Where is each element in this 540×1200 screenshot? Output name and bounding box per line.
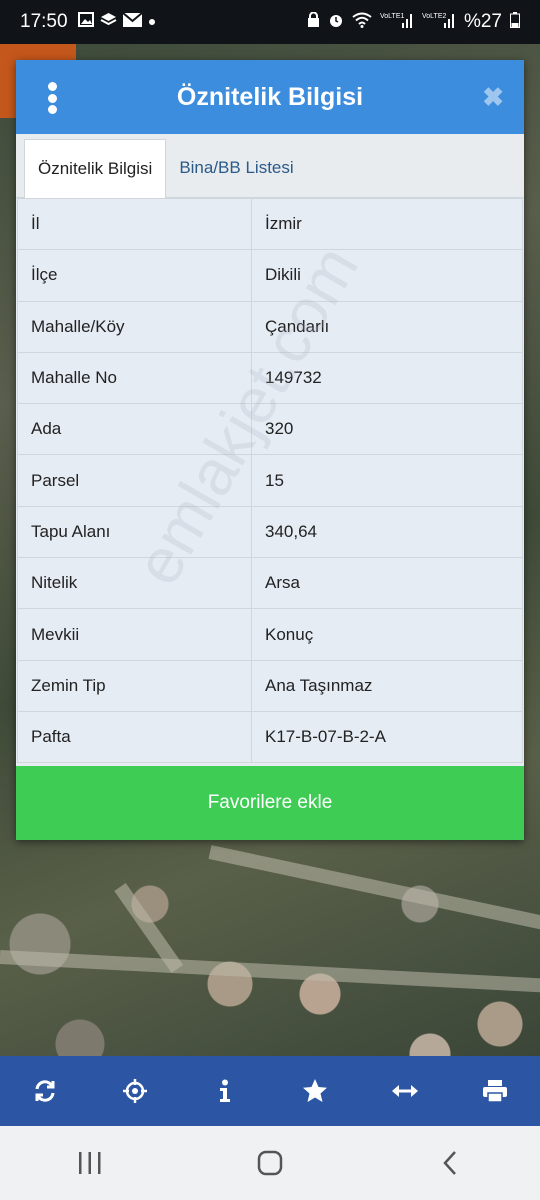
alarm-icon <box>328 12 344 32</box>
attribute-row: Pafta K17-B-07-B-2-A <box>17 710 523 764</box>
attribute-value: 149732 <box>251 351 523 405</box>
attribute-key: Tapu Alanı <box>17 505 252 559</box>
attribute-key: Nitelik <box>17 557 252 610</box>
attribute-key: Ada <box>17 403 252 456</box>
battery-percent: %27 <box>463 11 502 32</box>
back-icon[interactable] <box>425 1143 475 1183</box>
attribute-value: İzmir <box>251 197 523 251</box>
attribute-key: Mahalle No <box>17 351 252 405</box>
svg-text:VoLTE1: VoLTE1 <box>380 13 404 20</box>
attribute-row: Mahalle No 149732 <box>17 351 523 405</box>
tab-building-list[interactable]: Bina/BB Listesi <box>166 139 306 197</box>
attribute-value: K17-B-07-B-2-A <box>251 710 523 764</box>
battery-icon <box>510 12 520 32</box>
print-icon[interactable] <box>475 1071 515 1111</box>
map-toolbar <box>0 1056 540 1126</box>
attribute-key: İl <box>17 197 252 251</box>
attribute-value: Arsa <box>251 557 523 610</box>
attribute-value: Dikili <box>251 249 523 302</box>
close-icon[interactable]: ✖ <box>482 82 504 113</box>
attribute-row: Zemin Tip Ana Taşınmaz <box>17 659 523 712</box>
dialog-title: Öznitelik Bilgisi <box>176 82 364 111</box>
attribute-row: Nitelik Arsa <box>17 557 523 610</box>
attribute-key: Mevkii <box>17 608 252 661</box>
attribute-key: Zemin Tip <box>17 659 252 712</box>
layers-icon <box>100 12 117 33</box>
attribute-row: Mahalle/Köy Çandarlı <box>17 300 523 353</box>
attribute-value: 15 <box>251 454 523 507</box>
info-icon[interactable] <box>205 1071 245 1111</box>
attribute-key: İlçe <box>17 249 252 302</box>
attribute-row: Ada 320 <box>17 403 523 456</box>
attribute-row: İlçe Dikili <box>17 249 523 302</box>
system-nav-bar <box>0 1126 540 1200</box>
measure-icon[interactable] <box>385 1071 425 1111</box>
notification-dot-icon <box>148 13 156 31</box>
attribute-value: Konuç <box>251 608 523 661</box>
dialog-header: Öznitelik Bilgisi ✖ <box>16 60 524 134</box>
mail-icon <box>121 11 143 32</box>
status-bar: 17:50 VoLTE1 VoLTE2 %27 <box>0 0 540 44</box>
home-icon[interactable] <box>245 1143 295 1183</box>
lock-icon <box>307 11 320 32</box>
attribute-value: Ana Taşınmaz <box>251 659 523 712</box>
attribute-dialog: Öznitelik Bilgisi ✖ Öznitelik Bilgisi Bi… <box>16 60 524 840</box>
signal-1-icon: VoLTE1 <box>380 11 414 33</box>
signal-2-icon: VoLTE2 <box>422 11 456 33</box>
attribute-key: Pafta <box>17 710 252 764</box>
more-vert-icon[interactable] <box>42 82 62 114</box>
attribute-row: Parsel 15 <box>17 454 523 507</box>
tab-bar: Öznitelik Bilgisi Bina/BB Listesi <box>16 134 524 198</box>
svg-text:VoLTE2: VoLTE2 <box>422 13 446 20</box>
attribute-value: Çandarlı <box>251 300 523 353</box>
star-icon[interactable] <box>295 1071 335 1111</box>
attribute-row: Mevkii Konuç <box>17 608 523 661</box>
attribute-table: İl İzmir İlçe Dikili Mahalle/Köy Çandarlı Maha… <box>17 197 523 764</box>
attribute-row: Tapu Alanı 340,64 <box>17 505 523 559</box>
locate-icon[interactable] <box>115 1071 155 1111</box>
status-time: 17:50 <box>20 11 68 32</box>
attribute-value: 320 <box>251 403 523 456</box>
wifi-icon <box>352 12 372 32</box>
attribute-value: 340,64 <box>251 505 523 559</box>
recent-apps-icon[interactable] <box>65 1143 115 1183</box>
add-favorite-button[interactable]: Favorilere ekle <box>16 766 524 840</box>
refresh-icon[interactable] <box>25 1071 65 1111</box>
attribute-key: Parsel <box>17 454 252 507</box>
gallery-icon <box>77 12 94 32</box>
tab-attribute-info[interactable]: Öznitelik Bilgisi <box>24 139 167 198</box>
attribute-row: İl İzmir <box>17 197 523 251</box>
attribute-key: Mahalle/Köy <box>17 300 252 353</box>
